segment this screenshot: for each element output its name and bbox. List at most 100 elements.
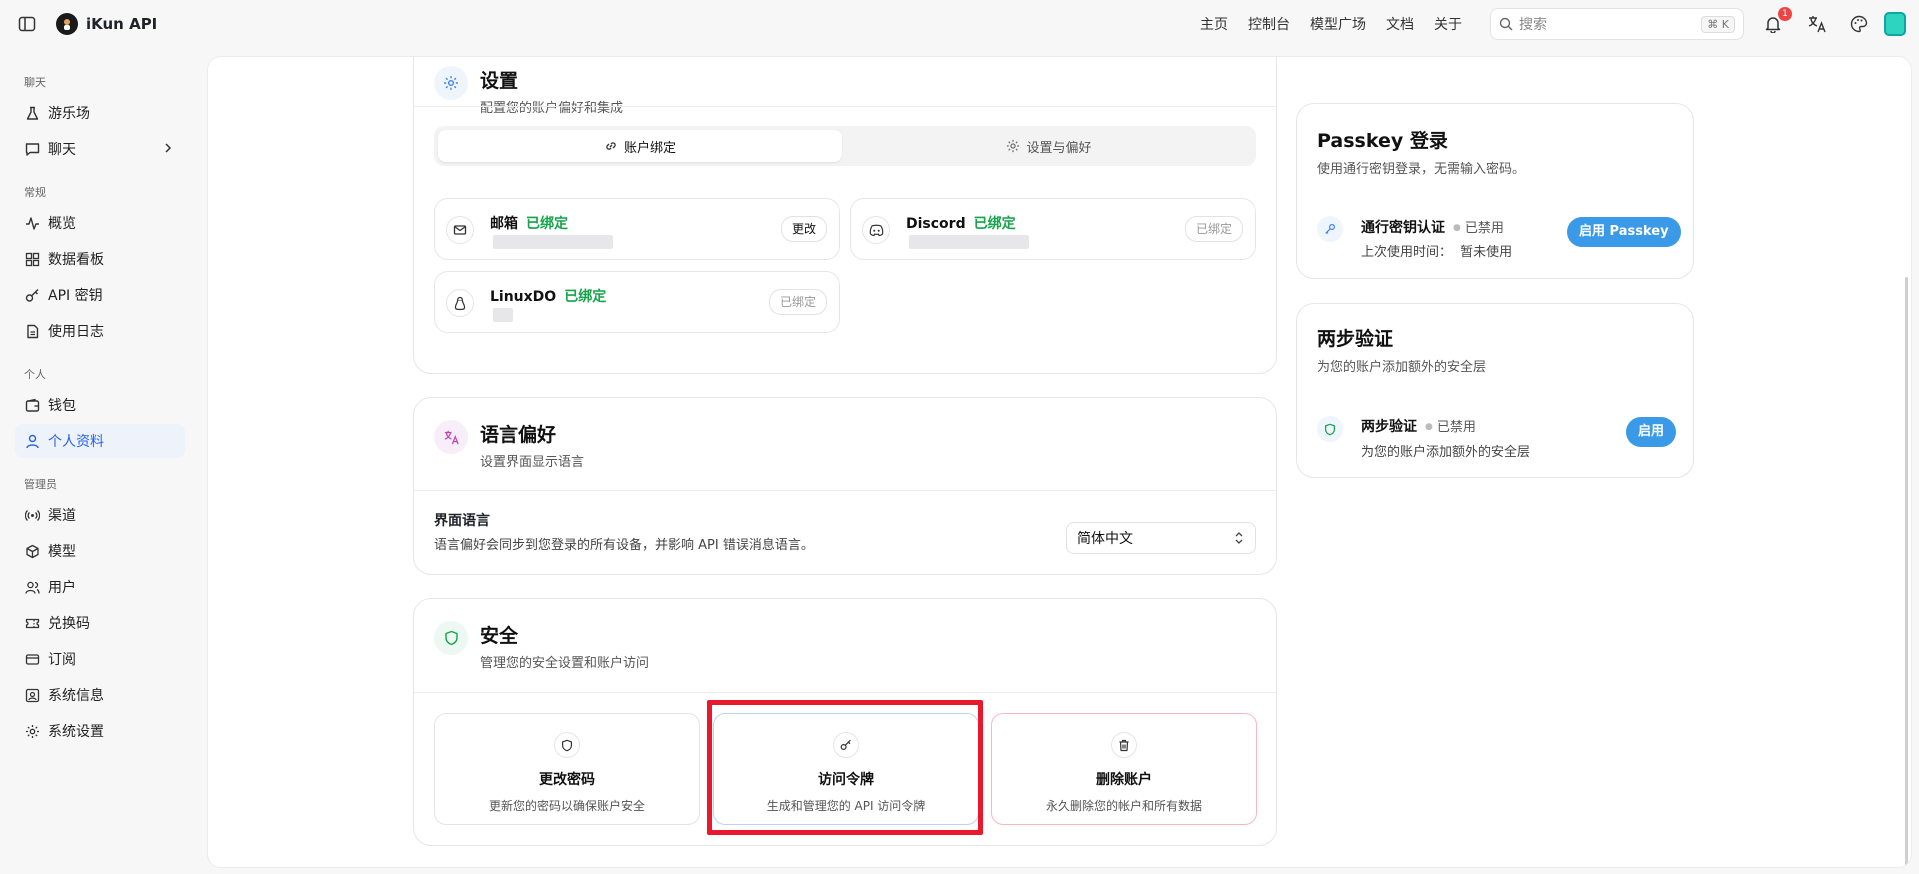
enable-two-factor-button[interactable]: 启用 (1626, 417, 1677, 447)
chevron-up-down-icon (1235, 532, 1243, 544)
sidebar-item-label: 数据看板 (48, 252, 104, 268)
binding-name: 邮箱 (490, 216, 518, 232)
language-header: 语言偏好 设置界面显示语言 (434, 420, 584, 470)
top-nav: 主页 控制台 模型广场 文档 关于 (1200, 0, 1482, 48)
sidebar-item-dashboard[interactable]: 数据看板 (15, 242, 185, 276)
passkey-last-used: 上次使用时间： 暂未使用 (1361, 241, 1512, 260)
translate-icon[interactable] (1806, 13, 1828, 35)
settings-gear-icon (434, 66, 468, 100)
sidebar-item-chat[interactable]: 聊天 (15, 132, 185, 166)
user-icon (24, 433, 40, 449)
binding-status: 已绑定 (973, 216, 1016, 232)
app-brand[interactable]: iKun API (56, 13, 157, 35)
user-avatar[interactable] (1884, 12, 1906, 36)
sidebar-item-users[interactable]: 用户 (15, 570, 185, 604)
language-card: 语言偏好 设置界面显示语言 界面语言 语言偏好会同步到您登录的所有设备，并影响 … (413, 397, 1277, 575)
search-placeholder: 搜索 (1519, 17, 1547, 33)
search-input[interactable]: 搜索 ⌘ K (1490, 8, 1744, 40)
change-password-button[interactable]: 更改密码 更新您的密码以确保账户安全 (434, 713, 700, 825)
sidebar-item-label: 订阅 (48, 652, 76, 668)
sidebar-item-playground[interactable]: 游乐场 (15, 96, 185, 130)
sidebar-item-label: 系统设置 (48, 724, 104, 740)
settings-title: 设置 (480, 70, 519, 92)
sidebar-item-label: 钱包 (48, 398, 76, 414)
sidebar-item-overview[interactable]: 概览 (15, 206, 185, 240)
settings-header: 设置 配置您的账户偏好和集成 (434, 66, 623, 116)
two-factor-title: 两步验证 (1317, 328, 1394, 350)
shield-icon (1317, 416, 1343, 442)
change-email-button[interactable]: 更改 (780, 216, 827, 242)
sidebar-toggle-icon[interactable] (18, 15, 36, 33)
access-token-button[interactable]: 访问令牌 生成和管理您的 API 访问令牌 (713, 713, 979, 825)
sidebar-item-usage-logs[interactable]: 使用日志 (15, 314, 185, 348)
penguin-icon (446, 289, 474, 317)
mail-icon (446, 216, 474, 244)
nav-console[interactable]: 控制台 (1248, 14, 1290, 34)
sidebar-item-profile[interactable]: 个人资料 (15, 424, 185, 458)
two-factor-label-row: 两步验证已禁用 (1361, 416, 1476, 436)
two-factor-card: 两步验证 为您的账户添加额外的安全层 两步验证已禁用 为您的账户添加额外的安全层… (1296, 303, 1694, 478)
linuxdo-bound-button[interactable]: 已绑定 (768, 289, 827, 315)
activity-icon (24, 215, 40, 231)
sidebar: 聊天 游乐场 聊天 常规 概览 数据看板 API 密钥 使用日志 个人 钱包 个… (0, 56, 200, 750)
key-icon (833, 732, 859, 758)
scrollbar-thumb[interactable] (1905, 277, 1908, 867)
action-title: 删除账户 (1096, 772, 1152, 788)
language-select[interactable]: 简体中文 (1066, 522, 1256, 554)
action-description: 更新您的密码以确保账户安全 (488, 799, 645, 813)
nav-about[interactable]: 关于 (1434, 14, 1462, 34)
nav-home[interactable]: 主页 (1200, 14, 1228, 34)
passkey-subtitle: 使用通行密钥登录，无需输入密码。 (1317, 162, 1526, 177)
sidebar-section-general: 常规 (24, 186, 46, 199)
sidebar-item-redeem-codes[interactable]: 兑换码 (15, 606, 185, 640)
sidebar-item-label: 游乐场 (48, 106, 90, 122)
delete-account-button[interactable]: 删除账户 永久删除您的帐户和所有数据 (991, 713, 1257, 825)
main-panel: 设置 配置您的账户偏好和集成 账户绑定 设置与偏好 邮箱 已绑定 更改 Disc… (207, 56, 1912, 868)
sidebar-item-label: 用户 (48, 580, 76, 596)
binding-value-redacted (493, 235, 613, 249)
interface-language-description: 语言偏好会同步到您登录的所有设备，并影响 API 错误消息语言。 (434, 538, 814, 553)
sidebar-item-models[interactable]: 模型 (15, 534, 185, 568)
binding-name: LinuxDO (490, 289, 557, 305)
tab-label: 账户绑定 (623, 140, 676, 156)
sidebar-item-api-keys[interactable]: API 密钥 (15, 278, 185, 312)
box-icon (24, 543, 40, 559)
two-factor-state: 已禁用 (1425, 420, 1476, 435)
passkey-state: 已禁用 (1453, 221, 1504, 236)
tab-account-binding[interactable]: 账户绑定 (438, 130, 842, 162)
app-logo-icon (56, 13, 78, 35)
sidebar-item-system-info[interactable]: 系统信息 (15, 678, 185, 712)
shield-icon (554, 732, 580, 758)
nav-docs[interactable]: 文档 (1386, 14, 1414, 34)
two-factor-label: 两步验证 (1361, 419, 1417, 435)
tab-label: 设置与偏好 (1026, 140, 1092, 156)
wallet-icon (24, 397, 40, 413)
tab-settings-preferences[interactable]: 设置与偏好 (846, 130, 1252, 162)
discord-bound-button[interactable]: 已绑定 (1184, 216, 1243, 242)
palette-icon[interactable] (1848, 13, 1870, 35)
sidebar-item-system-settings[interactable]: 系统设置 (15, 714, 185, 748)
settings-card: 设置 配置您的账户偏好和集成 账户绑定 设置与偏好 邮箱 已绑定 更改 Disc… (413, 57, 1277, 374)
nav-models[interactable]: 模型广场 (1310, 14, 1366, 34)
sidebar-item-label: 系统信息 (48, 688, 104, 704)
notification-bell-icon[interactable]: 1 (1762, 7, 1792, 35)
sidebar-item-channels[interactable]: 渠道 (15, 498, 185, 532)
sidebar-item-wallet[interactable]: 钱包 (15, 388, 185, 422)
security-subtitle: 管理您的安全设置和账户访问 (480, 656, 650, 671)
binding-linuxdo: LinuxDO 已绑定 已绑定 (434, 271, 840, 333)
sidebar-item-label: API 密钥 (48, 288, 103, 304)
radio-icon (24, 507, 40, 523)
passkey-card: Passkey 登录 使用通行密钥登录，无需输入密码。 通行密钥认证已禁用 上次… (1296, 103, 1694, 279)
sidebar-item-label: 模型 (48, 544, 76, 560)
sidebar-item-label: 兑换码 (48, 616, 90, 632)
binding-name: Discord (906, 216, 966, 232)
divider (414, 490, 1276, 491)
link-icon (606, 142, 616, 150)
enable-passkey-button[interactable]: 启用 Passkey (1567, 217, 1681, 247)
notification-badge: 1 (1778, 7, 1792, 21)
sidebar-item-label: 渠道 (48, 508, 76, 524)
two-factor-subtitle: 为您的账户添加额外的安全层 (1317, 360, 1487, 375)
users-icon (24, 579, 40, 595)
sidebar-section-admin: 管理员 (24, 478, 57, 491)
sidebar-item-subscriptions[interactable]: 订阅 (15, 642, 185, 676)
